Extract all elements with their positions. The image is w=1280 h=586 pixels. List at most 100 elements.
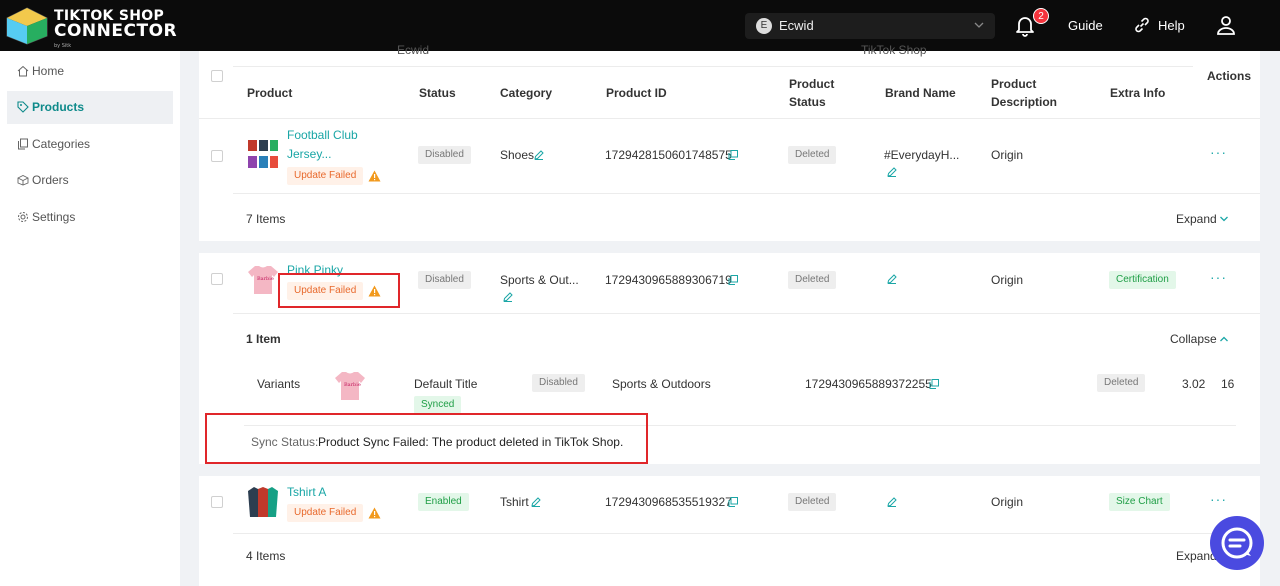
variant-thumbnail-icon: Barbie (335, 372, 365, 400)
col-brand-name: Brand Name (885, 86, 956, 100)
variant-quantity: 16 (1221, 377, 1235, 391)
svg-text:Barbie: Barbie (344, 382, 361, 388)
variant-tiktok-status: Deleted (1097, 374, 1146, 392)
variant-product-id: 1729430965889372255 (805, 377, 932, 391)
warning-icon[interactable] (368, 507, 381, 519)
product-name-link-line2[interactable]: Jersey... (287, 147, 331, 161)
sidebar-item-orders[interactable]: Orders (7, 164, 173, 197)
copy-icon[interactable] (929, 379, 939, 389)
tag-icon (17, 101, 29, 113)
category-text: Shoes (500, 148, 535, 162)
copy-icon[interactable] (728, 275, 738, 285)
collapse-label: Collapse (1170, 332, 1217, 346)
table-row: Football Club Jersey... Update Failed Di… (199, 119, 1260, 241)
description-text: Origin (991, 495, 1024, 509)
sidebar: Home Products Categories Orders Settings (0, 51, 180, 586)
jersey-thumbnail-icon (248, 140, 278, 168)
col-status: Status (419, 86, 456, 100)
more-actions-button[interactable]: ··· (1210, 269, 1227, 285)
guide-link[interactable]: Guide (1068, 18, 1103, 33)
help-link[interactable]: Help (1158, 18, 1185, 33)
product-name-link[interactable]: Tshirt A (287, 485, 326, 499)
sidebar-item-products[interactable]: Products (7, 91, 173, 124)
copy-icon (18, 138, 28, 150)
product-id-text: 1729428150601748575 (605, 148, 732, 162)
items-count: 7 Items (246, 212, 286, 226)
row-checkbox[interactable] (211, 150, 223, 162)
variant-category: Sports & Outdoors (612, 377, 711, 391)
category-text: Tshirt (500, 495, 529, 509)
copy-icon[interactable] (728, 150, 738, 160)
tiktok-status-badge: Deleted (788, 271, 837, 289)
row-divider (233, 313, 1260, 314)
expand-toggle[interactable]: Expand (1176, 212, 1229, 226)
edit-icon[interactable] (887, 274, 897, 284)
update-failed-tag: Update Failed (287, 504, 364, 522)
category-text: Sports & Out... (500, 273, 579, 287)
col-extra-info: Extra Info (1110, 86, 1166, 100)
items-count: 4 Items (246, 549, 286, 563)
chevron-up-icon (1219, 336, 1228, 342)
col-product-status-2: Status (789, 95, 826, 109)
col-product: Product (247, 86, 293, 100)
chevron-down-icon (974, 22, 984, 28)
sidebar-item-settings[interactable]: Settings (7, 201, 173, 234)
status-badge: Disabled (418, 271, 471, 289)
table-row: Barbie Pink Pinky Update Failed Disabled… (199, 253, 1260, 464)
logo-line2: CONNECTOR (54, 21, 178, 41)
col-product-status-1: Product (789, 77, 835, 91)
tiktok-shop-logo-icon[interactable] (6, 7, 48, 45)
col-product-id: Product ID (606, 86, 667, 100)
sidebar-item-categories[interactable]: Categories (7, 128, 173, 161)
update-failed-tag: Update Failed (287, 167, 364, 185)
sidebar-item-label: Home (32, 64, 65, 78)
pink-tshirt-thumbnail-icon: Barbie (248, 266, 278, 294)
variants-label: Variants (257, 377, 301, 391)
sidebar-item-home[interactable]: Home (7, 55, 173, 88)
col-description-2: Description (991, 95, 1058, 109)
edit-icon[interactable] (887, 167, 897, 177)
edit-icon[interactable] (887, 497, 897, 507)
product-name-link[interactable]: Football Club (287, 128, 358, 142)
row-checkbox[interactable] (211, 273, 223, 285)
bell-icon[interactable] (1015, 15, 1035, 37)
collapse-toggle[interactable]: Collapse (1170, 332, 1229, 346)
more-actions-button[interactable]: ··· (1210, 144, 1227, 160)
warning-icon[interactable] (368, 170, 381, 182)
tshirt-thumbnail-icon (248, 487, 278, 517)
tiktok-status-badge: Deleted (788, 493, 837, 511)
svg-text:Barbie: Barbie (257, 276, 274, 282)
variant-price: 3.02 (1182, 377, 1206, 391)
copy-icon[interactable] (728, 497, 738, 507)
group-ecwid-label: Ecwid (397, 43, 430, 57)
product-id-text: 1729430965889306719 (605, 273, 732, 287)
row-checkbox[interactable] (211, 496, 223, 508)
highlight-box (278, 273, 400, 308)
edit-icon[interactable] (503, 292, 513, 302)
row-divider (233, 193, 1260, 194)
status-badge: Enabled (418, 493, 469, 511)
store-select[interactable]: E Ecwid (745, 13, 995, 39)
table-row: Tshirt A Update Failed Enabled Tshirt 17… (199, 476, 1260, 586)
edit-icon[interactable] (531, 497, 541, 507)
store-avatar: E (756, 18, 772, 34)
edit-icon[interactable] (534, 150, 544, 160)
highlight-box (205, 413, 648, 464)
table-header: Ecwid TikTok Shop Product Status Categor… (199, 43, 1260, 119)
expand-label: Expand (1176, 212, 1217, 226)
synced-tag: Synced (414, 396, 462, 414)
col-actions: Actions (1207, 69, 1252, 83)
more-actions-button[interactable]: ··· (1210, 491, 1227, 507)
tiktok-status-badge: Deleted (788, 146, 837, 164)
extra-info-tag: Certification (1109, 271, 1176, 289)
chevron-down-icon (1219, 216, 1228, 222)
user-icon[interactable] (1216, 15, 1236, 35)
col-category: Category (500, 86, 553, 100)
select-all-checkbox[interactable] (211, 70, 223, 82)
link-icon[interactable] (1133, 16, 1151, 34)
top-bar: TIKTOK SHOP CONNECTOR by Sitk E Ecwid 2 … (0, 0, 1280, 51)
col-description-1: Product (991, 77, 1037, 91)
brand-name-text: #EverydayH... (884, 148, 960, 162)
logo-text: TIKTOK SHOP CONNECTOR by Sitk (54, 9, 178, 50)
chat-support-button[interactable] (1210, 516, 1264, 570)
